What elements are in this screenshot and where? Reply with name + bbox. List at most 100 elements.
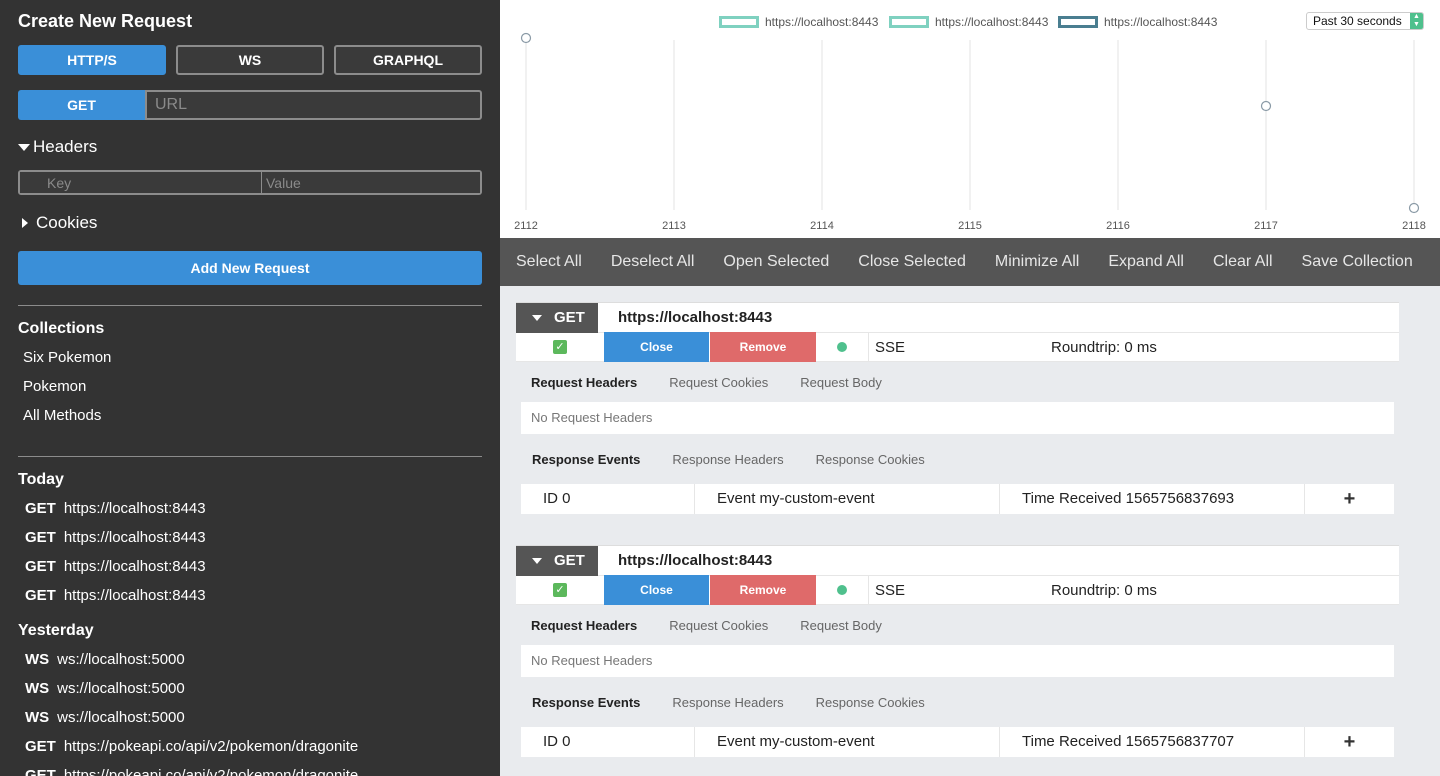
graphql-protocol-button[interactable]: GRAPHQL [334, 45, 482, 75]
select-arrows-icon: ▲ ▼ [1410, 13, 1423, 29]
history-url: ws://localhost:5000 [57, 709, 185, 726]
select-all-button[interactable]: Select All [516, 253, 582, 271]
header-key-value-row [18, 170, 482, 195]
tab-request-body[interactable]: Request Body [800, 375, 882, 390]
yesterday-heading: Yesterday [18, 622, 94, 639]
history-item[interactable]: WS ws://localhost:5000 [25, 651, 185, 668]
status-dot [837, 585, 847, 595]
collapse-toggle[interactable]: GET [516, 302, 598, 333]
tab-response-headers[interactable]: Response Headers [672, 695, 783, 710]
tab-request-cookies[interactable]: Request Cookies [669, 375, 768, 390]
history-item[interactable]: WS ws://localhost:5000 [25, 709, 185, 726]
chart-plot: 2112 2113 2114 2115 2116 2117 2118 [514, 32, 1426, 232]
card-header: GET https://localhost:8443 [516, 302, 1399, 333]
history-url: ws://localhost:5000 [57, 651, 185, 668]
card-method-label: GET [554, 309, 585, 326]
event-id: ID 0 [521, 727, 695, 757]
history-item[interactable]: WS ws://localhost:5000 [25, 680, 185, 697]
select-checkbox[interactable]: ✓ [553, 583, 567, 597]
today-heading: Today [18, 471, 64, 488]
deselect-all-button[interactable]: Deselect All [611, 253, 695, 271]
header-value-input[interactable] [262, 172, 480, 193]
chart-point[interactable] [520, 32, 532, 44]
open-selected-button[interactable]: Open Selected [723, 253, 829, 271]
time-range-select[interactable]: Past 30 seconds ▲ ▼ [1306, 12, 1424, 30]
history-method: GET [25, 767, 56, 776]
tab-response-events[interactable]: Response Events [532, 452, 640, 467]
tab-response-events[interactable]: Response Events [532, 695, 640, 710]
headers-label: Headers [33, 137, 98, 156]
close-selected-button[interactable]: Close Selected [858, 253, 966, 271]
expand-down-icon [18, 143, 30, 151]
collection-item[interactable]: Pokemon [23, 378, 86, 395]
legend-swatch [719, 16, 759, 28]
no-request-headers: No Request Headers [521, 645, 1394, 677]
no-request-headers: No Request Headers [521, 402, 1394, 434]
url-input[interactable] [145, 90, 482, 120]
add-new-request-button[interactable]: Add New Request [18, 251, 482, 285]
tab-response-headers[interactable]: Response Headers [672, 452, 783, 467]
event-row: ID 0 Event my-custom-event Time Received… [521, 484, 1394, 514]
request-tabs: Request Headers Request Cookies Request … [516, 605, 1399, 645]
header-key-input[interactable] [20, 172, 262, 193]
cookies-toggle[interactable]: Cookies [18, 213, 97, 233]
x-tick-label: 2116 [1106, 220, 1130, 232]
history-url: https://localhost:8443 [63, 558, 206, 575]
history-url: https://localhost:8443 [63, 529, 206, 546]
remove-button[interactable]: Remove [710, 332, 816, 362]
legend-item[interactable]: https://localhost:8443 [1058, 15, 1217, 29]
history-item[interactable]: GET https://localhost:8443 [25, 587, 206, 604]
chart-point[interactable] [1260, 100, 1272, 112]
tab-request-headers[interactable]: Request Headers [531, 375, 637, 390]
clear-all-button[interactable]: Clear All [1213, 253, 1273, 271]
close-button[interactable]: Close [604, 332, 709, 362]
event-name: Event my-custom-event [695, 484, 1000, 514]
headers-toggle[interactable]: Headers [18, 137, 97, 157]
tab-response-cookies[interactable]: Response Cookies [816, 452, 925, 467]
legend-label: https://localhost:8443 [765, 15, 879, 29]
history-item[interactable]: GET https://pokeapi.co/api/v2/pokemon/dra… [25, 767, 358, 776]
event-row: ID 0 Event my-custom-event Time Received… [521, 727, 1394, 757]
tab-response-cookies[interactable]: Response Cookies [816, 695, 925, 710]
collapse-toggle[interactable]: GET [516, 545, 598, 576]
history-item[interactable]: GET https://localhost:8443 [25, 500, 206, 517]
tab-request-headers[interactable]: Request Headers [531, 618, 637, 633]
x-tick-label: 2118 [1402, 220, 1426, 232]
history-item[interactable]: GET https://localhost:8443 [25, 529, 206, 546]
collection-item[interactable]: Six Pokemon [23, 349, 111, 366]
minimize-all-button[interactable]: Minimize All [995, 253, 1079, 271]
select-checkbox[interactable]: ✓ [553, 340, 567, 354]
expand-all-button[interactable]: Expand All [1108, 253, 1184, 271]
tab-request-cookies[interactable]: Request Cookies [669, 618, 768, 633]
connection-chart: https://localhost:8443 https://localhost… [500, 0, 1440, 238]
history-url: https://pokeapi.co/api/v2/pokemon/dragon… [63, 738, 359, 755]
card-header: GET https://localhost:8443 [516, 545, 1399, 576]
history-method: GET [25, 500, 56, 517]
http-protocol-button[interactable]: HTTP/S [18, 45, 166, 75]
expand-event-icon[interactable]: + [1305, 731, 1394, 754]
chart-point[interactable] [1408, 202, 1420, 214]
save-collection-button[interactable]: Save Collection [1302, 253, 1413, 271]
time-range-value: Past 30 seconds [1313, 14, 1402, 28]
event-name: Event my-custom-event [695, 727, 1000, 757]
remove-button[interactable]: Remove [710, 575, 816, 605]
history-url: ws://localhost:5000 [57, 680, 185, 697]
request-card: GET https://localhost:8443 ✓ Close Remov… [516, 545, 1399, 757]
history-method: GET [25, 529, 56, 546]
legend-item[interactable]: https://localhost:8443 [889, 15, 1048, 29]
request-card: GET https://localhost:8443 ✓ Close Remov… [516, 302, 1399, 514]
tab-request-body[interactable]: Request Body [800, 618, 882, 633]
ws-protocol-button[interactable]: WS [176, 45, 324, 75]
history-item[interactable]: GET https://localhost:8443 [25, 558, 206, 575]
connection-type: SSE [875, 338, 906, 356]
history-item[interactable]: GET https://pokeapi.co/api/v2/pokemon/dra… [25, 738, 358, 755]
collection-item[interactable]: All Methods [23, 407, 101, 424]
x-tick-label: 2113 [662, 220, 686, 232]
method-select-button[interactable]: GET [18, 90, 145, 120]
expand-event-icon[interactable]: + [1305, 488, 1394, 511]
card-url: https://localhost:8443 [618, 552, 773, 569]
close-button[interactable]: Close [604, 575, 709, 605]
legend-item[interactable]: https://localhost:8443 [719, 15, 878, 29]
toolbar: Select All Deselect All Open Selected Cl… [500, 238, 1440, 286]
card-controls-row: ✓ Close Remove SSE Roundtrip: 0 ms [516, 332, 1399, 362]
